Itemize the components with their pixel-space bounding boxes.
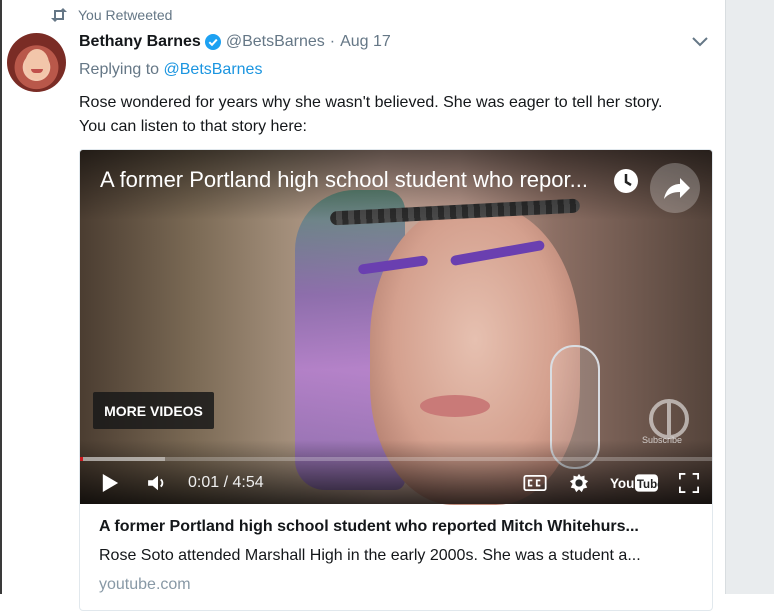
replying-to-link[interactable]: @BetsBarnes (164, 61, 263, 78)
page-gutter (725, 0, 774, 594)
card-description: Rose Soto attended Marshall High in the … (99, 547, 641, 564)
svg-text:You: You (610, 476, 634, 491)
time-separator: / (223, 474, 229, 491)
tweet-text-line: Rose wondered for years why she wasn't b… (79, 94, 663, 111)
retweet-label: You Retweeted (78, 7, 173, 23)
progress-bar[interactable] (80, 457, 712, 461)
progress-buffer (80, 457, 166, 461)
time-display: 0:01 / 4:54 (188, 470, 264, 496)
share-button[interactable] (650, 163, 700, 213)
chevron-down-icon[interactable] (692, 37, 708, 47)
play-button[interactable] (96, 470, 124, 496)
author-name[interactable]: Bethany Barnes (79, 33, 201, 51)
volume-button[interactable] (144, 470, 172, 496)
cc-icon (523, 475, 547, 491)
video-player[interactable]: A former Portland high school student wh… (80, 150, 712, 505)
tweet-text: Rose wondered for years why she wasn't b… (79, 91, 719, 139)
gear-icon (569, 473, 589, 493)
captions-button[interactable] (520, 470, 550, 496)
window-border (0, 0, 2, 594)
fullscreen-button[interactable] (676, 470, 702, 496)
volume-icon (148, 475, 164, 491)
youtube-logo-button[interactable]: You Tube (608, 470, 660, 496)
author-handle[interactable]: @BetsBarnes (226, 33, 325, 51)
youtube-logo-icon: You Tube (610, 474, 659, 492)
verified-badge-icon (204, 34, 221, 50)
retweet-icon (51, 8, 67, 22)
video-title[interactable]: A former Portland high school student wh… (100, 167, 605, 193)
header-separator: · (329, 33, 336, 50)
card-title[interactable]: A former Portland high school student wh… (99, 518, 699, 536)
card-info[interactable]: A former Portland high school student wh… (80, 504, 712, 610)
tweet-date[interactable]: Aug 17 (340, 33, 391, 51)
link-card[interactable]: A former Portland high school student wh… (79, 149, 713, 611)
duration: 4:54 (232, 474, 264, 491)
avatar[interactable] (7, 33, 66, 92)
replying-prefix: Replying to (79, 61, 160, 78)
subscribe-label[interactable]: Subscribe (642, 435, 682, 445)
play-icon (102, 474, 119, 492)
fullscreen-icon (679, 473, 699, 493)
settings-button[interactable] (565, 470, 593, 496)
more-videos-button[interactable]: MORE VIDEOS (93, 392, 214, 429)
replying-to: Replying to @BetsBarnes (79, 61, 262, 79)
tweet-header: Bethany Barnes @BetsBarnes · Aug 17 (79, 31, 391, 53)
clock-icon[interactable] (612, 167, 640, 195)
current-time: 0:01 (188, 474, 220, 491)
svg-text:Tube: Tube (637, 479, 659, 491)
share-icon (664, 178, 690, 199)
tweet-text-line: You can listen to that story here: (79, 118, 307, 135)
card-domain: youtube.com (99, 576, 191, 593)
progress-fill (80, 457, 83, 461)
retweet-context: You Retweeted (50, 6, 172, 24)
